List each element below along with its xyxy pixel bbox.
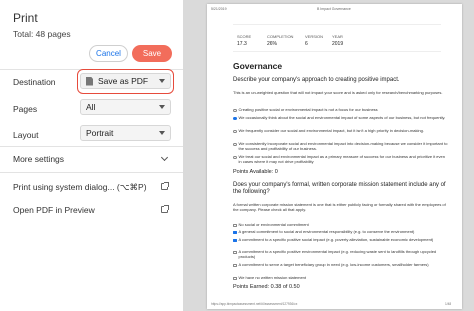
stat-completion: COMPLETION 26%	[267, 34, 294, 47]
q1-option: We treat our social and environmental im…	[233, 154, 448, 164]
page-footer-url: https://app.bimpactassessment.net/#!/ass…	[211, 302, 298, 306]
q2-option: A general commitment to social and envir…	[233, 229, 448, 235]
more-settings-toggle[interactable]: More settings	[13, 154, 64, 164]
q2-option: A commitment to serve a target beneficia…	[233, 262, 448, 268]
question-1: Describe your company's approach to crea…	[233, 77, 400, 83]
open-pdf-preview-link[interactable]: Open PDF in Preview	[13, 205, 95, 215]
print-dialog-window: Print Total: 48 pages Cancel Save Destin…	[0, 0, 474, 311]
divider	[0, 172, 183, 173]
page-header-title: B Impact Governance	[317, 7, 351, 11]
stat-year: YEAR 2019	[332, 34, 344, 47]
pages-value: All	[86, 102, 96, 112]
save-button[interactable]: Save	[132, 45, 172, 62]
checkbox-icon	[233, 223, 237, 227]
chevron-down-icon	[159, 105, 165, 109]
layout-select[interactable]: Portrait	[80, 125, 171, 141]
system-dialog-link[interactable]: Print using system dialog... (⌥⌘P)	[13, 182, 147, 193]
external-link-icon[interactable]	[161, 182, 169, 190]
pages-label: Pages	[13, 104, 38, 114]
q1-option: We consistently incorporate social and e…	[233, 141, 448, 151]
q2-option: A commitment to a specific positive soci…	[233, 237, 448, 243]
question-1-points: Points Available: 0	[233, 169, 278, 175]
q2-option: We have no written mission statement	[233, 275, 448, 281]
question-1-note: This is an un-weighted question that wil…	[233, 90, 443, 95]
checkbox-icon	[233, 230, 237, 234]
question-2-points: Points Earned: 0.38 of 0.50	[233, 284, 300, 290]
q1-option: Creating positive social or environmenta…	[233, 107, 448, 113]
section-title: Governance	[233, 61, 283, 71]
print-settings-panel: Print Total: 48 pages Cancel Save Destin…	[0, 0, 183, 311]
document-icon	[86, 76, 93, 86]
question-2-note: A formal written corporate mission state…	[233, 202, 446, 212]
layout-label: Layout	[13, 130, 39, 140]
chevron-down-icon	[159, 79, 165, 83]
destination-label: Destination	[13, 77, 56, 87]
total-pages: Total: 48 pages	[13, 29, 71, 39]
preview-page: 5/21/2019 B Impact Governance SCORE 17.3…	[207, 4, 462, 309]
radio-icon	[233, 108, 237, 112]
pages-select[interactable]: All	[80, 99, 171, 115]
destination-select[interactable]: Save as PDF	[80, 73, 171, 89]
divider	[0, 146, 183, 147]
question-2: Does your company's formal, written corp…	[233, 182, 446, 195]
destination-value: Save as PDF	[98, 76, 149, 86]
print-preview-area[interactable]: 5/21/2019 B Impact Governance SCORE 17.3…	[183, 0, 474, 311]
cancel-button[interactable]: Cancel	[89, 45, 128, 62]
external-link-icon[interactable]	[161, 205, 169, 213]
q2-option: A commitment to a specific positive envi…	[233, 249, 448, 259]
dialog-title: Print	[13, 11, 38, 25]
radio-icon	[233, 116, 237, 120]
page-footer-number: 1/48	[445, 302, 452, 306]
radio-icon	[233, 155, 237, 159]
stat-version: VERSION 6	[305, 34, 324, 47]
page-header-date: 5/21/2019	[211, 7, 227, 11]
q1-option: We frequently consider our social and en…	[233, 128, 448, 134]
checkbox-icon	[233, 250, 237, 254]
radio-icon	[233, 129, 237, 133]
score-summary: SCORE 17.3 COMPLETION 26% VERSION 6 YEAR…	[233, 24, 441, 52]
q1-option: We occasionally think about the social a…	[233, 115, 448, 121]
stat-score: SCORE 17.3	[237, 34, 252, 47]
checkbox-icon	[233, 238, 237, 242]
chevron-down-icon[interactable]	[160, 153, 169, 162]
layout-value: Portrait	[86, 128, 114, 138]
radio-icon	[233, 142, 237, 146]
checkbox-icon	[233, 263, 237, 267]
chevron-down-icon	[159, 131, 165, 135]
checkbox-icon	[233, 276, 237, 280]
q2-option: No social or environmental commitment	[233, 222, 448, 228]
